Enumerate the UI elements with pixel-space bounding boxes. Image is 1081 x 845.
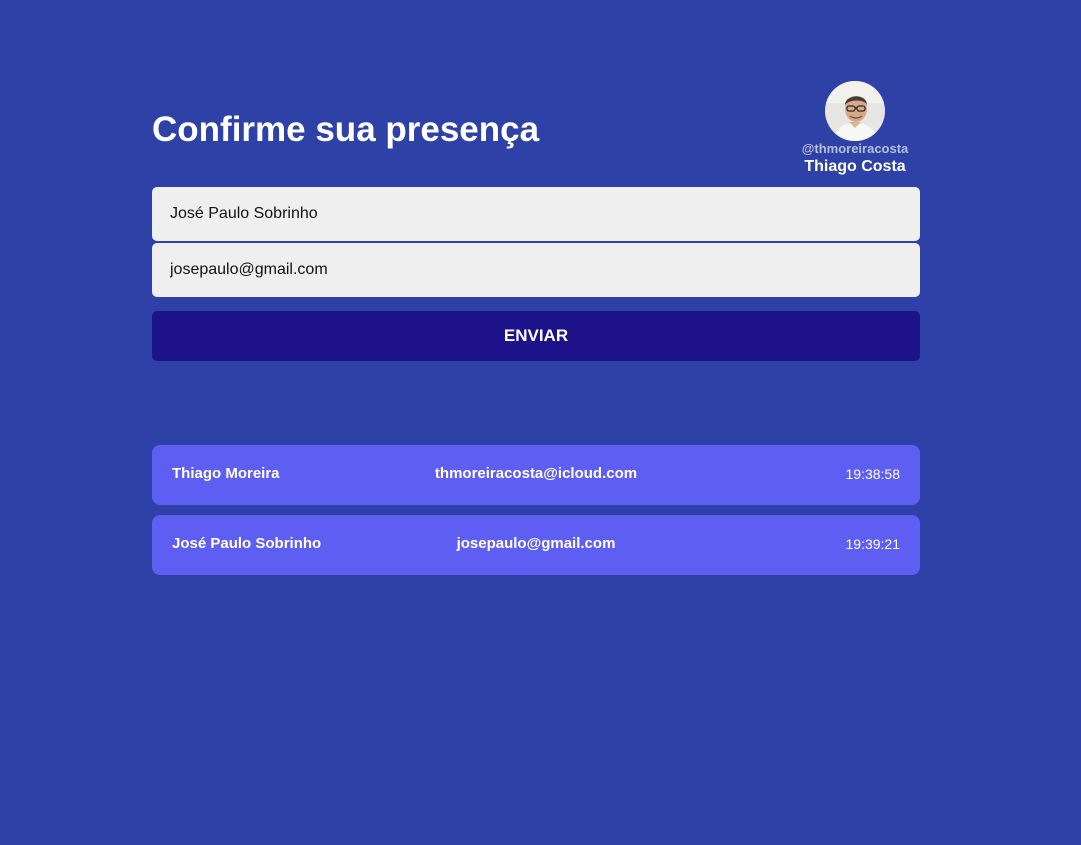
guest-email: thmoreiracosta@icloud.com <box>434 465 638 482</box>
main-container: Confirme sua presença @thmoreiracosta Th… <box>152 0 920 585</box>
guest-time: 19:39:21 <box>845 536 901 552</box>
page-title: Confirme sua presença <box>152 110 540 149</box>
user-profile: @thmoreiracosta Thiago Costa <box>790 81 920 176</box>
guest-time: 19:38:58 <box>845 466 901 482</box>
guest-email: josepaulo@gmail.com <box>456 535 616 552</box>
rsvp-form: ENVIAR <box>152 187 920 361</box>
list-item: José Paulo Sobrinho josepaulo@gmail.com … <box>152 515 920 575</box>
avatar-photo-icon <box>825 81 885 141</box>
email-input[interactable] <box>152 243 920 297</box>
profile-name: Thiago Costa <box>804 158 906 175</box>
name-input[interactable] <box>152 187 920 241</box>
list-item: Thiago Moreira thmoreiracosta@icloud.com… <box>152 445 920 505</box>
profile-handle: @thmoreiracosta <box>801 141 909 156</box>
avatar <box>825 81 885 141</box>
submit-button[interactable]: ENVIAR <box>152 311 920 361</box>
guest-list: Thiago Moreira thmoreiracosta@icloud.com… <box>152 445 920 575</box>
page-header: Confirme sua presença @thmoreiracosta Th… <box>152 0 920 187</box>
